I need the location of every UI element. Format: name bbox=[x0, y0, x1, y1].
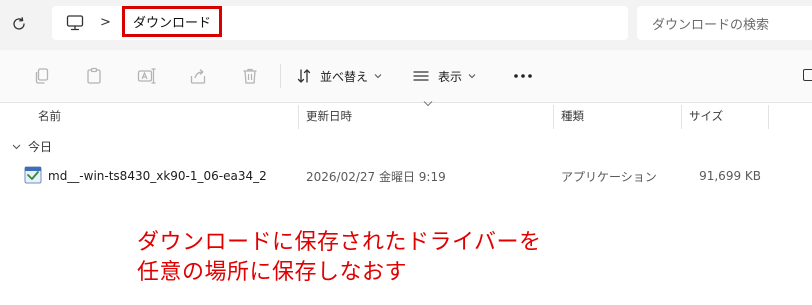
more-icon bbox=[514, 74, 532, 78]
sort-label: 並べ替え bbox=[320, 69, 369, 84]
file-type: アプリケーション bbox=[561, 169, 657, 184]
view-icon bbox=[413, 71, 429, 81]
annotation-line-1: ダウンロードに保存されたドライバーを bbox=[137, 230, 542, 255]
address-box[interactable]: > ダウンロード bbox=[52, 6, 628, 40]
breadcrumb-current-label: ダウンロード bbox=[133, 16, 212, 31]
sort-icon bbox=[297, 69, 311, 83]
column-name-label: 名前 bbox=[38, 109, 61, 123]
column-header-row: 名前 更新日時 種類 サイズ bbox=[0, 103, 812, 129]
breadcrumb-current-folder[interactable]: ダウンロード bbox=[122, 6, 223, 37]
file-row[interactable]: md__-win-ts8430_xk90-1_06-ea34_2 2026/02… bbox=[16, 163, 796, 189]
toolbar-divider bbox=[280, 64, 281, 88]
chevron-down-icon[interactable] bbox=[12, 142, 21, 151]
view-label: 表示 bbox=[438, 69, 463, 84]
column-divider[interactable] bbox=[681, 105, 682, 129]
share-icon[interactable] bbox=[188, 66, 208, 86]
address-bar-row: > ダウンロード ダウンロードの検索 bbox=[0, 0, 812, 50]
search-input[interactable]: ダウンロードの検索 bbox=[637, 6, 812, 40]
view-button[interactable]: 表示 bbox=[412, 62, 476, 90]
column-header-size[interactable]: サイズ bbox=[689, 103, 723, 129]
column-modified-label: 更新日時 bbox=[306, 109, 352, 123]
annotation-line-2: 任意の場所に保存しなおす bbox=[137, 260, 408, 285]
column-divider[interactable] bbox=[553, 105, 554, 129]
chevron-down-icon bbox=[374, 74, 382, 79]
column-size-label: サイズ bbox=[689, 109, 724, 123]
column-divider[interactable] bbox=[768, 105, 769, 129]
column-type-label: 種類 bbox=[561, 109, 584, 123]
refresh-button[interactable] bbox=[8, 13, 30, 35]
rename-icon[interactable] bbox=[136, 66, 156, 86]
annotation-text: ダウンロードに保存されたドライバーを 任意の場所に保存しなおす bbox=[137, 228, 542, 288]
copy-icon[interactable] bbox=[32, 66, 52, 86]
group-header-today[interactable]: 今日 bbox=[12, 136, 52, 156]
sort-button[interactable]: 並べ替え bbox=[296, 62, 382, 90]
column-header-name[interactable]: 名前 bbox=[38, 103, 61, 129]
chevron-down-icon bbox=[468, 74, 476, 79]
file-size: 91,699 KB bbox=[699, 169, 761, 183]
delete-icon[interactable] bbox=[240, 66, 260, 86]
group-label: 今日 bbox=[28, 139, 53, 154]
column-header-type[interactable]: 種類 bbox=[561, 103, 584, 129]
file-name[interactable]: md__-win-ts8430_xk90-1_06-ea34_2 bbox=[48, 163, 267, 189]
this-pc-icon[interactable] bbox=[65, 13, 85, 33]
details-pane-icon[interactable] bbox=[803, 69, 812, 81]
installer-app-icon bbox=[24, 166, 42, 184]
search-placeholder: ダウンロードの検索 bbox=[652, 17, 770, 33]
breadcrumb-separator[interactable]: > bbox=[100, 15, 111, 30]
more-options-button[interactable] bbox=[510, 66, 536, 86]
command-bar: 並べ替え 表示 bbox=[0, 50, 812, 103]
column-divider[interactable] bbox=[298, 105, 299, 129]
file-modified: 2026/02/27 金曜日 9:19 bbox=[306, 169, 446, 184]
refresh-icon bbox=[13, 17, 25, 30]
column-header-modified[interactable]: 更新日時 bbox=[306, 103, 352, 129]
paste-icon[interactable] bbox=[84, 66, 104, 86]
